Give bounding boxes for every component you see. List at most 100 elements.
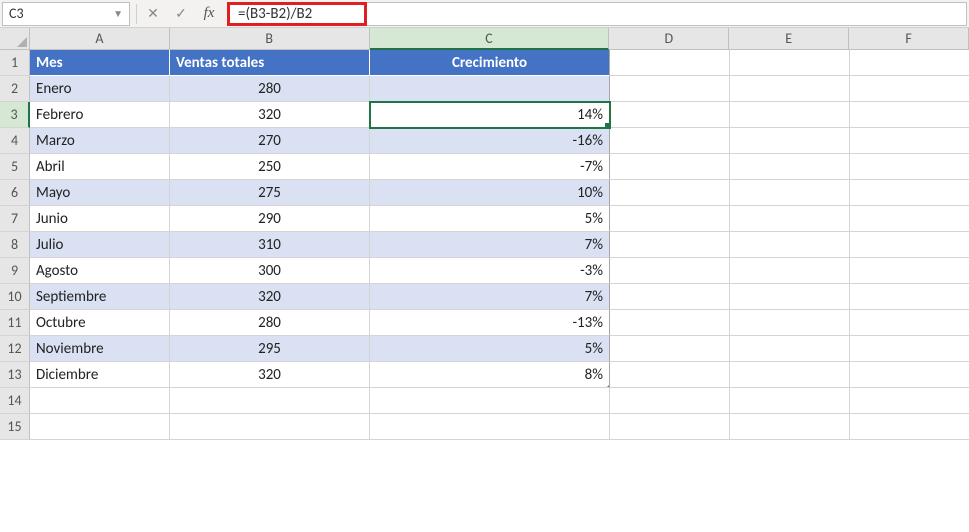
cell-C8[interactable]: 7% <box>370 232 610 258</box>
cancel-formula-icon[interactable]: ✕ <box>139 2 167 26</box>
cell-E10[interactable] <box>730 284 850 310</box>
cell-C6[interactable]: 10% <box>370 180 610 206</box>
cell-F4[interactable] <box>850 128 969 154</box>
cell-E4[interactable] <box>730 128 850 154</box>
cell-E11[interactable] <box>730 310 850 336</box>
cell-E14[interactable] <box>730 388 850 414</box>
row-header-15[interactable]: 15 <box>0 414 30 440</box>
cell-D8[interactable] <box>610 232 730 258</box>
cell-D13[interactable] <box>610 362 730 388</box>
cell-C11[interactable]: -13% <box>370 310 610 336</box>
cell-F13[interactable] <box>850 362 969 388</box>
cell-D15[interactable] <box>610 414 730 440</box>
row-header-13[interactable]: 13 <box>0 362 30 388</box>
cell-B4[interactable]: 270 <box>170 128 370 154</box>
cell-E13[interactable] <box>730 362 850 388</box>
cell-A7[interactable]: Junio <box>30 206 170 232</box>
cell-F11[interactable] <box>850 310 969 336</box>
cell-D7[interactable] <box>610 206 730 232</box>
formula-input[interactable]: =(B3-B2)/B2 <box>227 2 367 26</box>
cell-E7[interactable] <box>730 206 850 232</box>
cell-D12[interactable] <box>610 336 730 362</box>
cell-A12[interactable]: Noviembre <box>30 336 170 362</box>
cell-E3[interactable] <box>730 102 850 128</box>
column-header-A[interactable]: A <box>30 28 170 50</box>
cell-F12[interactable] <box>850 336 969 362</box>
cell-D6[interactable] <box>610 180 730 206</box>
column-header-B[interactable]: B <box>170 28 370 50</box>
row-header-6[interactable]: 6 <box>0 180 30 206</box>
cell-D11[interactable] <box>610 310 730 336</box>
cell-E2[interactable] <box>730 76 850 102</box>
cell-E5[interactable] <box>730 154 850 180</box>
cell-B12[interactable]: 295 <box>170 336 370 362</box>
cell-E15[interactable] <box>730 414 850 440</box>
cell-F1[interactable] <box>850 50 969 76</box>
cell-F9[interactable] <box>850 258 969 284</box>
row-header-3[interactable]: 3 <box>0 102 30 128</box>
cell-C10[interactable]: 7% <box>370 284 610 310</box>
cell-E9[interactable] <box>730 258 850 284</box>
cell-B8[interactable]: 310 <box>170 232 370 258</box>
name-box[interactable]: C3 ▼ <box>2 2 130 26</box>
fx-icon[interactable]: fx <box>195 2 223 26</box>
row-header-5[interactable]: 5 <box>0 154 30 180</box>
column-header-D[interactable]: D <box>609 28 729 50</box>
row-header-2[interactable]: 2 <box>0 76 30 102</box>
cell-F2[interactable] <box>850 76 969 102</box>
select-all-corner[interactable] <box>0 28 30 50</box>
cell-D1[interactable] <box>610 50 730 76</box>
cell-A5[interactable]: Abril <box>30 154 170 180</box>
cell-A13[interactable]: Diciembre <box>30 362 170 388</box>
cell-B13[interactable]: 320 <box>170 362 370 388</box>
cell-B2[interactable]: 280 <box>170 76 370 102</box>
row-header-10[interactable]: 10 <box>0 284 30 310</box>
cell-B5[interactable]: 250 <box>170 154 370 180</box>
cell-F6[interactable] <box>850 180 969 206</box>
cell-D2[interactable] <box>610 76 730 102</box>
cell-F5[interactable] <box>850 154 969 180</box>
column-header-C[interactable]: C <box>370 28 610 50</box>
cell-F8[interactable] <box>850 232 969 258</box>
cell-C5[interactable]: -7% <box>370 154 610 180</box>
cell-A14[interactable] <box>30 388 170 414</box>
cell-E6[interactable] <box>730 180 850 206</box>
cell-C12[interactable]: 5% <box>370 336 610 362</box>
column-header-F[interactable]: F <box>849 28 969 50</box>
cell-D9[interactable] <box>610 258 730 284</box>
cell-F7[interactable] <box>850 206 969 232</box>
cell-A10[interactable]: Septiembre <box>30 284 170 310</box>
cell-B6[interactable]: 275 <box>170 180 370 206</box>
cell-C2[interactable] <box>370 76 610 102</box>
cell-A4[interactable]: Marzo <box>30 128 170 154</box>
cell-D10[interactable] <box>610 284 730 310</box>
cell-C1[interactable]: Crecimiento <box>370 50 610 76</box>
cell-A1[interactable]: Mes <box>30 50 170 76</box>
cell-D14[interactable] <box>610 388 730 414</box>
row-header-7[interactable]: 7 <box>0 206 30 232</box>
cell-C9[interactable]: -3% <box>370 258 610 284</box>
cell-A2[interactable]: Enero <box>30 76 170 102</box>
row-header-4[interactable]: 4 <box>0 128 30 154</box>
name-box-dropdown-icon[interactable]: ▼ <box>113 7 123 20</box>
cell-F3[interactable] <box>850 102 969 128</box>
cell-B1[interactable]: Ventas totales <box>170 50 370 76</box>
cell-B9[interactable]: 300 <box>170 258 370 284</box>
cell-D4[interactable] <box>610 128 730 154</box>
table-resize-handle-icon[interactable] <box>605 383 610 388</box>
cell-B7[interactable]: 290 <box>170 206 370 232</box>
column-header-E[interactable]: E <box>729 28 849 50</box>
row-header-12[interactable]: 12 <box>0 336 30 362</box>
cell-C4[interactable]: -16% <box>370 128 610 154</box>
cell-E12[interactable] <box>730 336 850 362</box>
cell-B10[interactable]: 320 <box>170 284 370 310</box>
cell-A9[interactable]: Agosto <box>30 258 170 284</box>
cell-F10[interactable] <box>850 284 969 310</box>
cell-A15[interactable] <box>30 414 170 440</box>
cell-D3[interactable] <box>610 102 730 128</box>
row-header-9[interactable]: 9 <box>0 258 30 284</box>
cell-B14[interactable] <box>170 388 370 414</box>
row-header-14[interactable]: 14 <box>0 388 30 414</box>
cell-C3[interactable]: 14% <box>370 102 610 128</box>
cell-A8[interactable]: Julio <box>30 232 170 258</box>
